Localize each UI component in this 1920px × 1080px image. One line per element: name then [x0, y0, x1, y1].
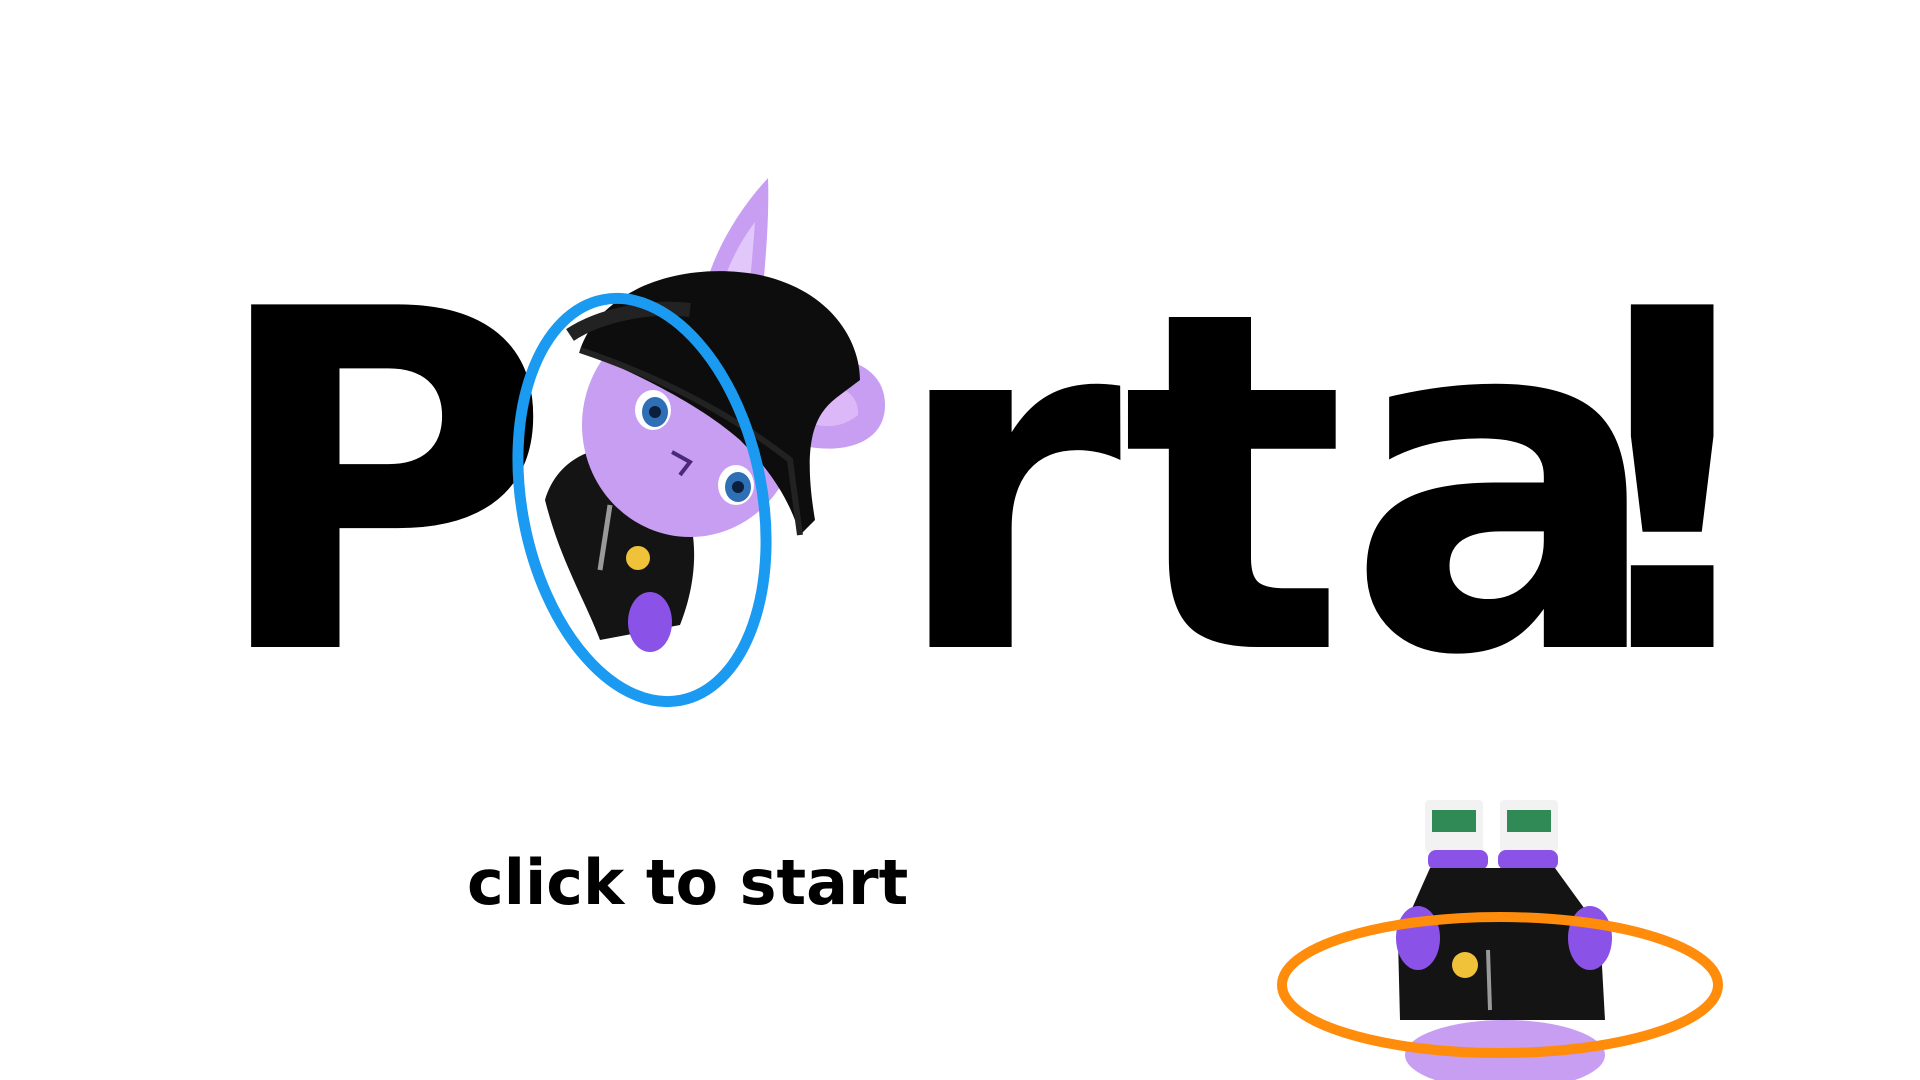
- start-prompt[interactable]: click to start: [467, 852, 908, 914]
- cat-legs-icon: [1396, 800, 1612, 1080]
- portal-scene: [512, 178, 1723, 1080]
- game-title-screen[interactable]: P rta ! click to start: [0, 0, 1920, 1080]
- cat-mascot-icon: [545, 178, 885, 652]
